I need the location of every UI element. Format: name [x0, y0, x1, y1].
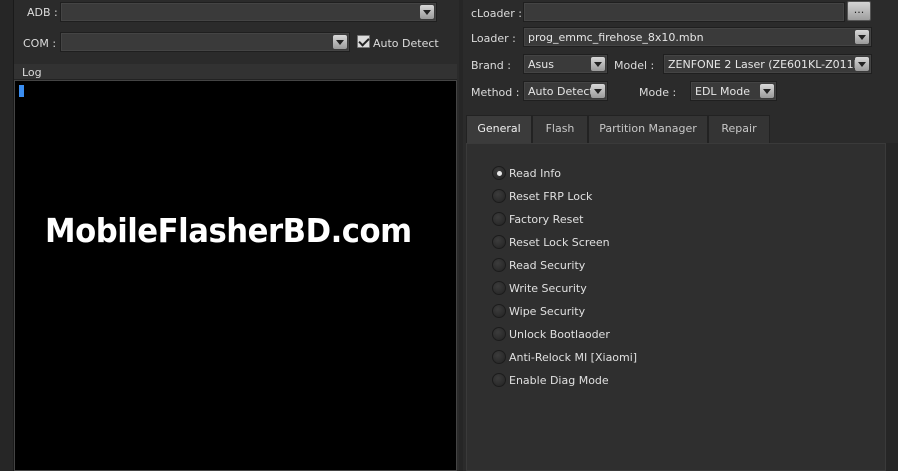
chevron-down-icon[interactable] — [591, 84, 605, 98]
radio-button[interactable] — [492, 235, 506, 249]
chevron-down-icon[interactable] — [333, 35, 347, 49]
chevron-down-icon[interactable] — [855, 30, 869, 44]
browse-cloader-button[interactable]: ... — [847, 1, 871, 21]
option-label: Read Security — [509, 259, 586, 272]
mode-select[interactable]: EDL Mode — [690, 81, 777, 101]
log-output[interactable]: MobileFlasherBD.com — [14, 80, 457, 471]
left-edge-strip — [0, 0, 14, 471]
option-label: Write Security — [509, 282, 587, 295]
log-header: Log — [14, 64, 457, 80]
option-label: Reset FRP Lock — [509, 190, 593, 203]
radio-button[interactable] — [492, 166, 506, 180]
option-label: Anti-Relock MI [Xiaomi] — [509, 351, 638, 364]
radio-button[interactable] — [492, 350, 506, 364]
radio-button[interactable] — [492, 258, 506, 272]
loader-select[interactable]: prog_emmc_firehose_8x10.mbn — [523, 27, 872, 47]
mode-label: Mode : — [639, 86, 677, 99]
cloader-label: cLoader : — [471, 7, 522, 20]
auto-detect-checkbox[interactable] — [357, 35, 370, 48]
loader-label: Loader : — [471, 32, 516, 45]
option-label: Read Info — [509, 167, 561, 180]
tab-flash[interactable]: Flash — [532, 115, 588, 143]
option-label: Unlock Bootlaoder — [509, 328, 610, 341]
adb-label: ADB : — [27, 6, 58, 19]
method-label: Method : — [471, 86, 520, 99]
loader-value: prog_emmc_firehose_8x10.mbn — [528, 31, 704, 44]
model-value: ZENFONE 2 Laser (ZE601KL-Z011D) — [668, 58, 867, 71]
tab-partition-manager[interactable]: Partition Manager — [588, 115, 708, 143]
radio-button[interactable] — [492, 281, 506, 295]
log-title: Log — [22, 66, 42, 79]
brand-select[interactable]: Asus — [523, 54, 608, 74]
right-edge-strip — [886, 143, 898, 471]
chevron-down-icon[interactable] — [420, 5, 434, 19]
brand-label: Brand : — [471, 59, 511, 72]
chevron-down-icon[interactable] — [855, 57, 869, 71]
radio-button[interactable] — [492, 189, 506, 203]
option-label: Reset Lock Screen — [509, 236, 610, 249]
brand-value: Asus — [528, 58, 554, 71]
tab-repair[interactable]: Repair — [708, 115, 770, 143]
option-label: Wipe Security — [509, 305, 586, 318]
cloader-path-input[interactable] — [523, 2, 845, 22]
com-label: COM : — [23, 37, 57, 50]
watermark-text: MobileFlasherBD.com — [45, 211, 412, 250]
option-label: Factory Reset — [509, 213, 584, 226]
tab-general[interactable]: General — [466, 115, 532, 143]
text-cursor — [19, 85, 24, 97]
adb-port-select[interactable] — [60, 2, 437, 22]
auto-detect-label: Auto Detect — [373, 37, 439, 50]
mode-value: EDL Mode — [695, 85, 751, 98]
model-select[interactable]: ZENFONE 2 Laser (ZE601KL-Z011D) — [663, 54, 872, 74]
option-label: Enable Diag Mode — [509, 374, 609, 387]
method-select[interactable]: Auto Detect — [523, 81, 608, 101]
radio-button[interactable] — [492, 212, 506, 226]
radio-button[interactable] — [492, 304, 506, 318]
radio-button[interactable] — [492, 373, 506, 387]
panel-divider[interactable] — [459, 0, 463, 471]
com-port-select[interactable] — [60, 32, 350, 52]
model-label: Model : — [614, 59, 655, 72]
chevron-down-icon[interactable] — [760, 84, 774, 98]
method-value: Auto Detect — [528, 85, 594, 98]
chevron-down-icon[interactable] — [591, 57, 605, 71]
radio-button[interactable] — [492, 327, 506, 341]
